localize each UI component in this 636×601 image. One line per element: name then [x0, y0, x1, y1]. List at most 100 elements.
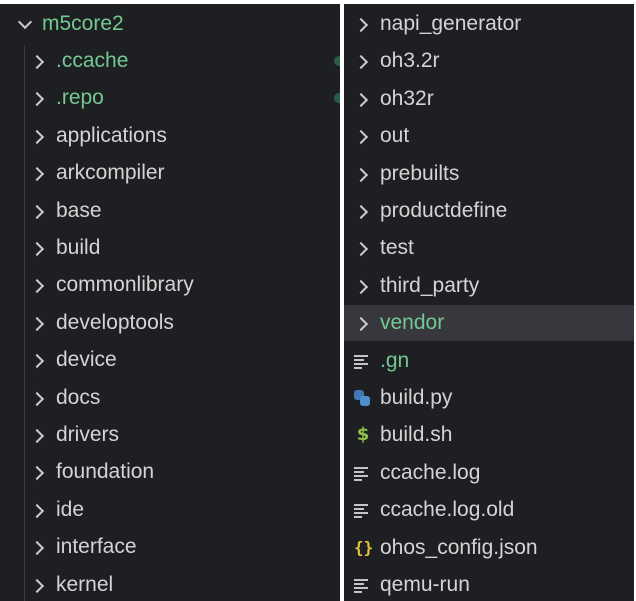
- explorer-right-panel: napi_generator oh3.2r oh32r out prebuilts pro…: [344, 4, 634, 601]
- python-icon: [354, 390, 370, 406]
- root-folder-label: m5core2: [42, 12, 124, 35]
- folder-row-third-party[interactable]: third_party: [344, 268, 634, 304]
- chevron-right-icon: [356, 316, 370, 330]
- folder-row-oh3-2r[interactable]: oh3.2r: [344, 43, 634, 79]
- file-row-qemu-run[interactable]: qemu-run: [344, 567, 634, 601]
- chevron-right-icon: [32, 428, 46, 442]
- folder-row-test[interactable]: test: [344, 230, 634, 266]
- file-label: ccache.log.old: [380, 498, 515, 522]
- folder-row-repo[interactable]: .repo: [0, 80, 340, 116]
- folder-label: applications: [56, 123, 167, 147]
- folder-label: oh3.2r: [380, 49, 440, 73]
- folder-row-device[interactable]: device: [0, 342, 340, 378]
- file-row-gn[interactable]: .gn: [344, 343, 634, 379]
- folder-row-kernel[interactable]: kernel: [0, 567, 340, 601]
- folder-row-foundation[interactable]: foundation: [0, 454, 340, 490]
- chevron-right-icon: [32, 166, 46, 180]
- folder-row-productdefine[interactable]: productdefine: [344, 193, 634, 229]
- folder-row-ide[interactable]: ide: [0, 492, 340, 528]
- chevron-right-icon: [32, 54, 46, 68]
- file-label: build.py: [380, 386, 453, 409]
- folder-label: productdefine: [380, 199, 508, 222]
- text-lines-icon: [354, 354, 368, 369]
- folder-label: vendor: [380, 311, 445, 335]
- chevron-right-icon: [356, 167, 370, 181]
- chevron-right-icon: [356, 54, 370, 68]
- folder-row-interface[interactable]: interface: [0, 529, 340, 565]
- chevron-right-icon: [32, 578, 46, 592]
- file-row-build-py[interactable]: build.py: [344, 380, 634, 416]
- folder-row-out[interactable]: out: [344, 118, 634, 154]
- text-lines-icon: [354, 578, 368, 593]
- folder-row-base[interactable]: base: [0, 193, 340, 229]
- chevron-right-icon: [32, 540, 46, 554]
- folder-label: third_party: [380, 273, 480, 297]
- folder-row-oh32r[interactable]: oh32r: [344, 81, 634, 117]
- file-label: build.sh: [380, 423, 453, 447]
- folder-label: oh32r: [380, 86, 434, 110]
- chevron-right-icon: [32, 503, 46, 517]
- folder-label: test: [380, 236, 414, 260]
- text-lines-icon: [354, 466, 368, 481]
- folder-label: build: [56, 236, 101, 259]
- folder-label: napi_generator: [380, 12, 522, 35]
- folder-label: ide: [56, 497, 85, 521]
- file-label: ccache.log: [380, 460, 481, 484]
- folder-row-drivers[interactable]: drivers: [0, 417, 340, 453]
- git-status-dot-icon: [334, 56, 340, 66]
- json-braces-icon: {}: [354, 537, 374, 557]
- folder-row-arkcompiler[interactable]: arkcompiler: [0, 155, 340, 191]
- folder-row-developtools[interactable]: developtools: [0, 305, 340, 341]
- folder-label: foundation: [56, 460, 155, 484]
- folder-row-commonlibrary[interactable]: commonlibrary: [0, 267, 340, 303]
- folder-row-build[interactable]: build: [0, 230, 340, 266]
- git-status-dot-icon: [334, 93, 340, 104]
- file-label: ohos_config.json: [380, 535, 538, 559]
- file-row-ccache-log[interactable]: ccache.log: [344, 455, 634, 491]
- file-row-ohos-config-json[interactable]: {} ohos_config.json: [344, 530, 634, 566]
- chevron-right-icon: [356, 129, 370, 143]
- folder-label: drivers: [56, 423, 120, 446]
- folder-row-napi-generator[interactable]: napi_generator: [344, 6, 634, 42]
- chevron-right-icon: [356, 204, 370, 218]
- chevron-right-icon: [32, 129, 46, 143]
- folder-row-m5core2[interactable]: m5core2: [0, 6, 340, 42]
- folder-label: prebuilts: [380, 161, 460, 185]
- folder-label: .ccache: [56, 49, 129, 72]
- chevron-right-icon: [32, 316, 46, 330]
- chevron-right-icon: [356, 241, 370, 255]
- shell-dollar-icon: $: [356, 424, 370, 446]
- folder-row-vendor[interactable]: vendor: [344, 305, 634, 342]
- chevron-right-icon: [32, 91, 46, 105]
- folder-label: arkcompiler: [56, 161, 165, 185]
- text-lines-icon: [354, 503, 368, 519]
- folder-label: base: [56, 198, 102, 222]
- folder-label: kernel: [56, 572, 114, 596]
- file-row-build-sh[interactable]: $ build.sh: [344, 417, 634, 453]
- explorer-left-panel: m5core2 .ccache .repo applications arkcompi…: [0, 4, 340, 601]
- folder-row-applications[interactable]: applications: [0, 118, 340, 154]
- chevron-right-icon: [32, 391, 46, 405]
- file-label: qemu-run: [380, 573, 470, 596]
- folder-row-ccache[interactable]: .ccache: [0, 43, 340, 79]
- chevron-right-icon: [356, 17, 370, 31]
- chevron-down-icon: [18, 17, 32, 31]
- folder-label: device: [56, 348, 117, 372]
- folder-label: out: [380, 124, 410, 148]
- chevron-right-icon: [32, 278, 46, 292]
- file-label: .gn: [380, 348, 410, 372]
- folder-label: .repo: [56, 86, 104, 110]
- folder-label: developtools: [56, 310, 174, 334]
- chevron-right-icon: [32, 353, 46, 367]
- chevron-right-icon: [356, 279, 370, 293]
- folder-row-prebuilts[interactable]: prebuilts: [344, 156, 634, 192]
- chevron-right-icon: [32, 241, 46, 255]
- chevron-right-icon: [32, 465, 46, 479]
- file-row-ccache-log-old[interactable]: ccache.log.old: [344, 492, 634, 528]
- chevron-right-icon: [32, 204, 46, 218]
- chevron-right-icon: [356, 92, 370, 106]
- folder-row-docs[interactable]: docs: [0, 380, 340, 416]
- folder-label: interface: [56, 535, 137, 559]
- folder-label: docs: [56, 385, 101, 409]
- folder-label: commonlibrary: [56, 273, 194, 297]
